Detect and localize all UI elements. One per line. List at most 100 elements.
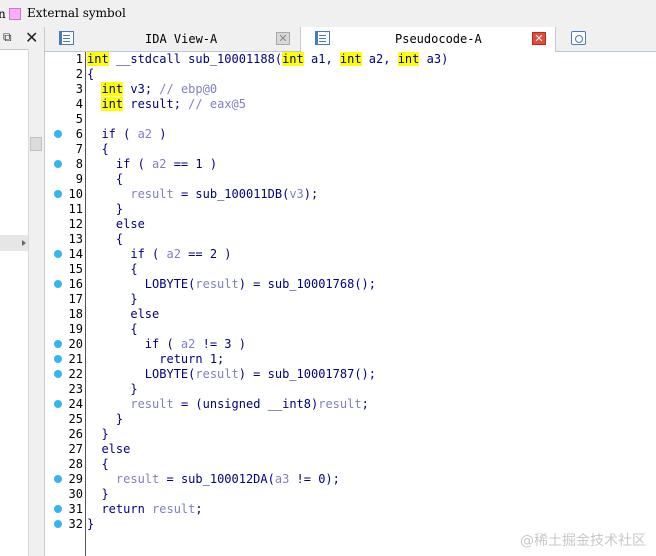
variable-token: result <box>195 277 239 291</box>
code-token: a2, <box>361 52 398 66</box>
code-token: == 2 ) <box>180 247 232 261</box>
external-symbol-swatch <box>9 8 21 20</box>
code-text: int v3; // ebp@0 <box>87 82 217 97</box>
code-line[interactable]: 26 } <box>45 427 656 442</box>
code-line[interactable]: 5 <box>45 112 656 127</box>
code-line[interactable]: 14 if ( a2 == 2 ) <box>45 247 656 262</box>
code-line[interactable]: 15 { <box>45 262 656 277</box>
code-text: return result; <box>87 502 202 517</box>
code-line[interactable]: 12 else <box>45 217 656 232</box>
code-text: } <box>87 382 137 397</box>
code-token: a1, <box>303 52 340 66</box>
functions-panel: ⧉ ✕ <box>0 27 45 556</box>
line-number: 32 <box>68 517 83 531</box>
code-line[interactable]: 31 return result; <box>45 502 656 517</box>
code-line[interactable]: 7 { <box>45 142 656 157</box>
tab-bar: IDA View-A ✕ Pseudocode-A ✕ <box>45 27 656 52</box>
code-line[interactable]: 28 { <box>45 457 656 472</box>
line-number: 30 <box>68 487 83 501</box>
line-number: 10 <box>68 187 83 201</box>
code-token: else <box>87 217 145 231</box>
line-number: 9 <box>75 172 83 186</box>
tab-close-icon[interactable]: ✕ <box>276 32 290 45</box>
code-line[interactable]: 11 } <box>45 202 656 217</box>
line-number: 29 <box>68 472 83 486</box>
code-line[interactable]: 24 result = (unsigned __int8)result; <box>45 397 656 412</box>
code-line[interactable]: 29 result = sub_100012DA(a3 != 0); <box>45 472 656 487</box>
code-line[interactable]: 27 else <box>45 442 656 457</box>
code-line[interactable]: 16 LOBYTE(result) = sub_10001768(); <box>45 277 656 292</box>
code-text: { <box>87 232 123 247</box>
tab-ida-view[interactable]: IDA View-A ✕ <box>45 27 301 51</box>
pseudocode-view[interactable]: 1 int __stdcall sub_10001188(int a1, int … <box>45 52 656 556</box>
type-keyword: int <box>339 52 362 66</box>
line-number: 2 <box>75 67 83 81</box>
type-keyword: int <box>87 52 109 66</box>
dock-icon[interactable]: ⧉ <box>3 30 12 45</box>
scrollbar-thumb[interactable] <box>30 137 42 151</box>
code-token: = sub_100011DB( <box>173 187 290 201</box>
code-line[interactable]: 2{ <box>45 67 656 82</box>
tab-hex-view[interactable] <box>556 27 656 51</box>
code-token: a3) <box>419 52 449 66</box>
code-line[interactable]: 21 return 1; <box>45 352 656 367</box>
code-line[interactable]: 25 } <box>45 412 656 427</box>
code-line[interactable]: 17 } <box>45 292 656 307</box>
code-line[interactable]: 8 if ( a2 == 1 ) <box>45 157 656 172</box>
code-text: { <box>87 322 137 337</box>
line-number: 4 <box>75 97 83 111</box>
code-line[interactable]: 10 result = sub_100011DB(v3); <box>45 187 656 202</box>
code-text: { <box>87 262 137 277</box>
variable-token: a3 <box>274 472 290 486</box>
code-text: if ( a2 != 3 ) <box>87 337 246 352</box>
variable-token: a2 <box>152 157 167 171</box>
code-token: { <box>87 67 95 81</box>
code-text: { <box>87 457 108 472</box>
code-line[interactable]: 22 LOBYTE(result) = sub_10001787(); <box>45 367 656 382</box>
code-token: if ( <box>87 127 138 141</box>
type-keyword: int <box>397 52 420 66</box>
code-line[interactable]: 23 } <box>45 382 656 397</box>
code-line[interactable]: 9 { <box>45 172 656 187</box>
code-token: != 0); <box>289 472 340 486</box>
line-number: 18 <box>68 307 83 321</box>
code-token: } <box>87 202 124 216</box>
type-keyword: int <box>101 82 124 96</box>
code-token: __stdcall sub_10001188( <box>108 52 283 66</box>
code-line[interactable]: 6 if ( a2 ) <box>45 127 656 142</box>
code-line[interactable]: 30 } <box>45 487 656 502</box>
code-token: { <box>87 232 124 246</box>
panel-scrollbar[interactable] <box>28 49 44 556</box>
code-line[interactable]: 1 int __stdcall sub_10001188(int a1, int … <box>45 52 656 67</box>
tab-label: Pseudocode-A <box>395 32 482 46</box>
code-token: == 1 ) <box>166 157 218 171</box>
code-token: ) <box>152 127 167 141</box>
code-line[interactable]: 4 int result; // eax@5 <box>45 97 656 112</box>
legend-edge-text: n <box>0 7 6 21</box>
line-number: 7 <box>75 142 83 156</box>
code-line[interactable]: 20 if ( a2 != 3 ) <box>45 337 656 352</box>
close-icon[interactable]: ✕ <box>25 28 38 47</box>
code-token: } <box>87 427 109 441</box>
code-text: result = sub_100011DB(v3); <box>87 187 318 202</box>
pseudocode-icon <box>315 31 330 45</box>
code-line[interactable]: 3 int v3; // ebp@0 <box>45 82 656 97</box>
code-line[interactable]: 13 { <box>45 232 656 247</box>
code-token: if ( <box>87 157 153 171</box>
line-number: 25 <box>68 412 83 426</box>
tab-pseudocode[interactable]: Pseudocode-A ✕ <box>301 27 556 52</box>
ida-view-icon <box>59 31 74 45</box>
line-number: 26 <box>68 427 83 441</box>
code-line[interactable]: 18 else <box>45 307 656 322</box>
code-line[interactable]: 19 { <box>45 322 656 337</box>
comment-token: // eax@5 <box>188 97 246 111</box>
code-text: result = sub_100012DA(a3 != 0); <box>87 472 340 487</box>
type-keyword: int <box>282 52 304 66</box>
tab-close-icon[interactable]: ✕ <box>532 32 546 45</box>
code-text: } <box>87 517 94 532</box>
type-keyword: int <box>101 97 124 111</box>
legend-bar: n External symbol <box>0 0 656 28</box>
code-token: } <box>87 517 95 531</box>
code-token: ); <box>303 187 319 201</box>
